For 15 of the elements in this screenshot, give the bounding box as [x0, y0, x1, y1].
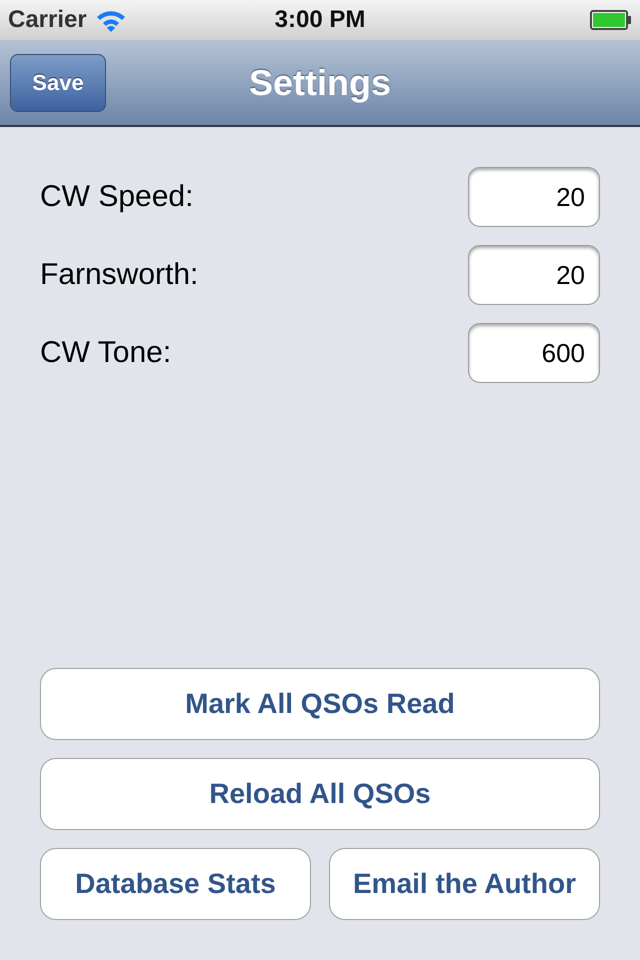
status-time: 3:00 PM [274, 6, 366, 34]
field-label: CW Tone: [40, 336, 172, 370]
input-field[interactable]: 20 [468, 167, 600, 227]
action-button[interactable]: Mark All QSOs Read [40, 668, 600, 740]
input-field[interactable]: 600 [468, 323, 600, 383]
action-button[interactable]: Database Stats [40, 848, 311, 920]
field-label: CW Speed: [40, 180, 194, 214]
screen-title: Settings [248, 62, 391, 104]
carrier-name: Carrier [8, 6, 87, 34]
battery-icon [590, 10, 632, 30]
save-button[interactable]: Save [10, 54, 106, 112]
field-label: Farnsworth: [40, 258, 198, 292]
action-button[interactable]: Email the Author [329, 848, 600, 920]
action-button[interactable]: Reload All QSOs [40, 758, 600, 830]
input-field[interactable]: 20 [468, 245, 600, 305]
